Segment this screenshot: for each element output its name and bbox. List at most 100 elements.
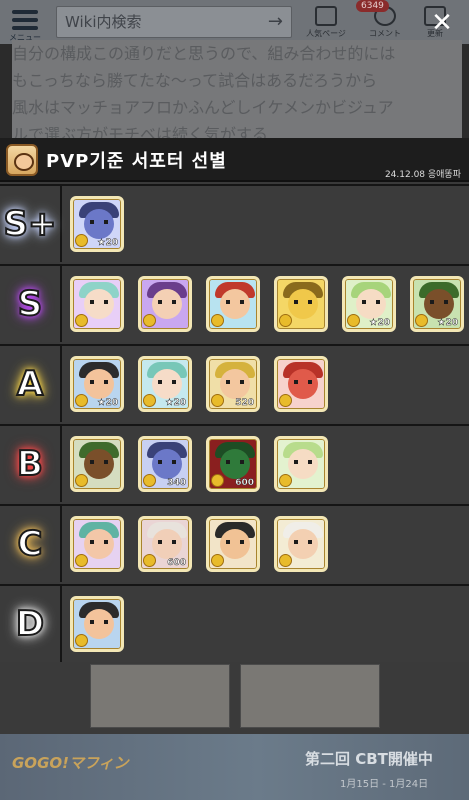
character-face [220, 289, 250, 319]
character-card-bush-creature: ★20 [410, 276, 464, 332]
character-face [220, 369, 250, 399]
character-face [152, 369, 182, 399]
gold-gem-icon [75, 234, 88, 247]
character-card-bush-boar [70, 436, 124, 492]
close-button[interactable]: ✕ [428, 10, 456, 38]
popular-pages-button[interactable]: 人気ページ [303, 4, 349, 42]
related-thumbnail[interactable] [90, 664, 230, 728]
character-eyes [294, 540, 312, 544]
tier-label-text: C [17, 523, 44, 565]
character-card-green-hair-boy: ★20 [342, 276, 396, 332]
character-level: 600 [235, 478, 254, 489]
character-card-helmet-soldier: 520 [206, 356, 260, 412]
character-level: ★20 [369, 318, 390, 329]
character-eyes [158, 540, 176, 544]
character-card-red-creature [274, 356, 328, 412]
comment-label: コメント [369, 29, 401, 38]
ad-banner[interactable]: GOGO!マフィン 第二回 CBT開催中 1月15日 - 1月24日 [0, 734, 469, 800]
character-eyes [226, 380, 244, 384]
character-card-laughing-man [206, 276, 260, 332]
search-input[interactable]: Wiki内検索 → [56, 6, 292, 38]
tier-label: B [0, 426, 62, 502]
character-face [152, 529, 182, 559]
banner-subtitle: 1月15日 - 1月24日 [340, 779, 429, 790]
search-submit-icon[interactable]: → [268, 7, 283, 37]
character-card-green-hair-girl [70, 276, 124, 332]
character-card-mustache-man [206, 516, 260, 572]
character-eyes [226, 460, 244, 464]
tier-label: S+ [0, 186, 62, 262]
character-level: ★20 [437, 318, 458, 329]
character-eyes [90, 460, 108, 464]
character-eyes [158, 460, 176, 464]
gold-gem-icon [143, 314, 156, 327]
character-card-blonde-boy [274, 436, 328, 492]
character-card-bald-beard-man: ★20 [70, 356, 124, 412]
tier-label: S [0, 266, 62, 342]
character-eyes [294, 380, 312, 384]
tier-row: D [0, 584, 469, 662]
character-eyes [362, 300, 380, 304]
gold-gem-icon [279, 474, 292, 487]
character-face [152, 289, 182, 319]
tier-label-text: D [15, 603, 45, 645]
character-card-old-man-hat: 600 [138, 516, 192, 572]
gold-gem-icon [75, 314, 88, 327]
character-face [424, 289, 454, 319]
character-eyes [90, 620, 108, 624]
gold-gem-icon [75, 394, 88, 407]
tier-list-header: PVP기준 서포터 선별 24.12.08 응애똥파 [0, 138, 469, 182]
search-placeholder: Wiki内検索 [65, 13, 142, 31]
tier-row: C 600 [0, 504, 469, 582]
character-eyes [158, 300, 176, 304]
article-line: もこっちなら勝てたな〜って試合はあるだろうから [12, 71, 378, 90]
character-eyes [158, 380, 176, 384]
character-eyes [294, 300, 312, 304]
character-face [356, 289, 386, 319]
character-eyes [90, 300, 108, 304]
gold-gem-icon [75, 634, 88, 647]
tier-label-text: S [17, 283, 43, 325]
gold-gem-icon [143, 474, 156, 487]
character-eyes [226, 540, 244, 544]
character-portrait-icon [6, 144, 38, 176]
character-face [84, 289, 114, 319]
character-face [220, 449, 250, 479]
character-card-bald-beard-man-2 [70, 596, 124, 652]
gold-gem-icon [279, 394, 292, 407]
tier-row: S+ ★20 [0, 184, 469, 262]
banner-title: 第二回 CBT開催中 [305, 750, 433, 768]
tier-label: C [0, 506, 62, 582]
gold-gem-icon [347, 314, 360, 327]
character-level: 340 [167, 478, 186, 489]
tier-list-image[interactable]: PVP기준 서포터 선별 24.12.08 응애똥파 S+ ★20 S ★20 ★20 A… [0, 138, 469, 664]
gold-gem-icon [211, 394, 224, 407]
character-face [288, 369, 318, 399]
character-face [84, 369, 114, 399]
character-card-blue-oni-2: 340 [138, 436, 192, 492]
gold-gem-icon [75, 554, 88, 567]
character-face [288, 289, 318, 319]
related-thumbnail[interactable] [240, 664, 380, 728]
character-eyes [90, 220, 108, 224]
popular-label: 人気ページ [306, 29, 346, 38]
character-card-green-hair-kid: ★20 [138, 356, 192, 412]
banner-logo: GOGO!マフィン [12, 754, 129, 772]
gold-gem-icon [211, 474, 224, 487]
tier-label: A [0, 346, 62, 422]
character-level: ★20 [165, 398, 186, 409]
tier-characters [70, 596, 124, 652]
menu-button[interactable]: メニュー [8, 6, 42, 42]
character-eyes [294, 460, 312, 464]
character-face [220, 529, 250, 559]
tier-row: A ★20 ★20 520 [0, 344, 469, 422]
character-face [152, 449, 182, 479]
screen: メニュー Wiki内検索 → 人気ページ コメント 6349 更新 ✕ 自分の構… [0, 0, 469, 800]
character-card-white-beard-elder [274, 516, 328, 572]
character-face [288, 449, 318, 479]
gold-gem-icon [415, 314, 428, 327]
tier-label-text: A [16, 363, 44, 405]
gold-gem-icon [143, 394, 156, 407]
character-face [288, 529, 318, 559]
character-eyes [90, 540, 108, 544]
